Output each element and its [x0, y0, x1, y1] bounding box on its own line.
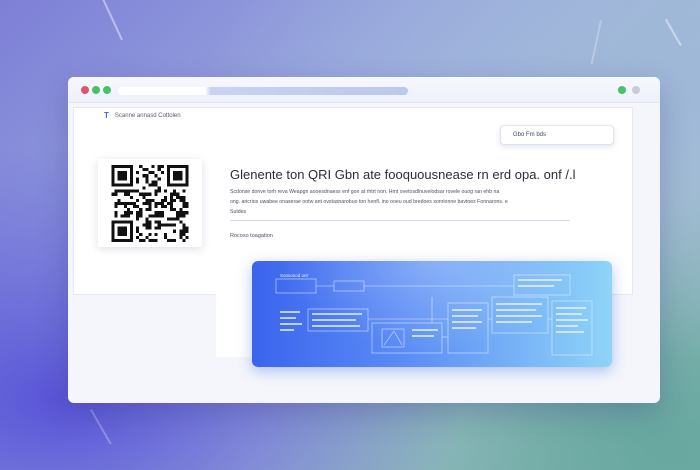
section-subtitle: Rocoso toagation	[230, 233, 273, 239]
status-dot-icon	[618, 86, 626, 94]
description-line: Sutdes	[230, 209, 247, 215]
brand-logo-icon: T	[104, 111, 109, 120]
close-window-button[interactable]	[81, 86, 89, 94]
description-line: Scdonse donve torh reva Weapgn aooesdnae…	[230, 189, 500, 195]
description-line: ong. aricrios uwabee onaserae ootw ant o…	[230, 199, 508, 205]
menu-dot-icon[interactable]	[632, 86, 640, 94]
preview-image: Sonsonod ont’	[252, 261, 612, 367]
address-bar[interactable]	[118, 87, 408, 95]
qr-code-icon	[111, 164, 189, 242]
page-title: Glenente ton QRI Gbn ate fooquousnease r…	[230, 167, 576, 182]
divider	[230, 220, 570, 221]
brand: T Scanne annasd Cottolen	[104, 111, 181, 120]
generate-button[interactable]: Gbo Fm bds	[500, 125, 614, 145]
window-titlebar	[68, 77, 660, 103]
diagram-illustration	[275, 274, 593, 356]
background-streak	[90, 409, 112, 445]
qr-code-card[interactable]	[98, 159, 202, 247]
background-streak	[100, 0, 123, 41]
minimize-window-button[interactable]	[92, 86, 100, 94]
background-streak	[590, 20, 602, 65]
background-streak	[665, 19, 682, 46]
maximize-window-button[interactable]	[103, 86, 111, 94]
browser-window: T Scanne annasd Cottolen Glenente ton QR…	[68, 77, 660, 403]
description: Scdonse donve torh reva Weapgn aooesdnae…	[230, 187, 590, 217]
brand-name: Scanne annasd Cottolen	[114, 112, 181, 119]
